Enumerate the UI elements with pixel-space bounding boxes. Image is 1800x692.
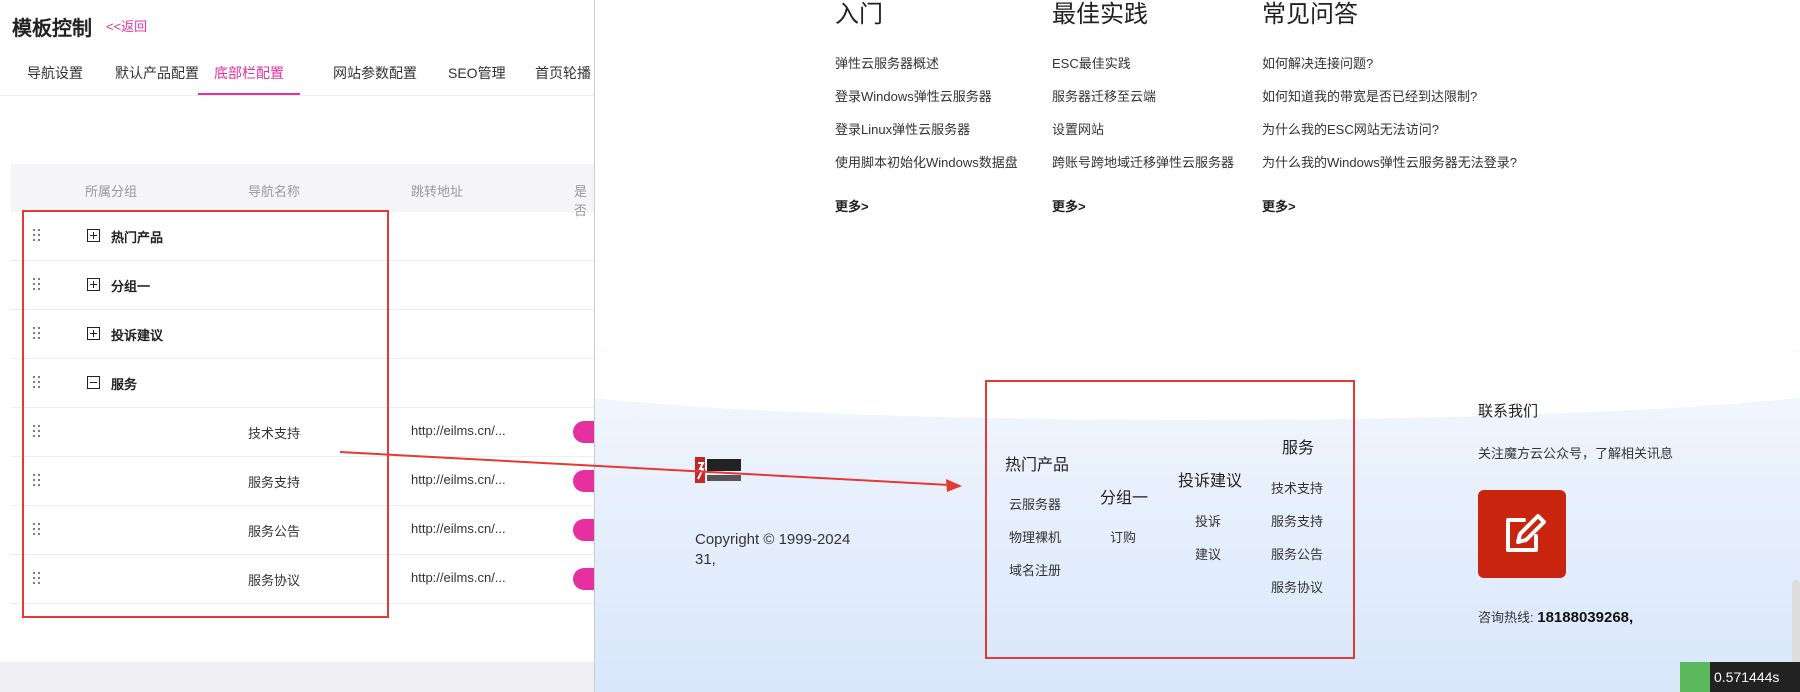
tab-footer-config[interactable]: 底部栏配置 [198,63,300,95]
column-title: 入门 [835,1,883,28]
doc-link[interactable]: 设置网站 [1052,119,1104,138]
leaf-icon [1680,662,1710,692]
back-link[interactable]: <<返回 [106,16,147,35]
doc-link[interactable]: 登录Linux弹性云服务器 [835,119,970,138]
tab-site-params[interactable]: 网站参数配置 [333,63,417,95]
nav-url: http://eilms.cn/... [411,472,506,487]
hotline-number: 18188039268, [1537,609,1634,626]
hotline-label: 咨询热线: [1478,610,1534,625]
nav-url: http://eilms.cn/... [411,423,506,438]
col-group: 所属分组 [85,184,138,199]
timing-value: 0.571444s [1714,669,1780,685]
annotation-box [22,210,389,618]
copyright-line: 31, [695,551,716,568]
more-link[interactable]: 更多> [1052,196,1086,215]
tab-default-products[interactable]: 默认产品配置 [115,63,199,95]
timing-badge: 0.571444s [1680,662,1800,692]
tab-nav-settings[interactable]: 导航设置 [27,63,83,95]
tab-bar: 导航设置 默认产品配置 底部栏配置 网站参数配置 SEO管理 首页轮播 [0,55,594,96]
tab-carousel[interactable]: 首页轮播 [535,63,591,95]
faq-link[interactable]: 为什么我的ESC网站无法访问? [1262,119,1439,138]
tab-seo[interactable]: SEO管理 [448,63,506,95]
doc-link[interactable]: 跨账号跨地域迁移弹性云服务器 [1052,152,1234,171]
enabled-toggle[interactable] [573,421,594,443]
contact-subtitle: 关注魔方云公众号，了解相关讯息 [1478,446,1674,461]
doc-link[interactable]: 使用脚本初始化Windows数据盘 [835,152,1018,171]
copyright: Copyright © 1999-2024 31, [695,530,850,570]
page-title: 模板控制 [12,18,92,40]
column-title: 最佳实践 [1052,1,1148,28]
enabled-toggle[interactable] [573,519,594,541]
doc-link[interactable]: 服务器迁移至云端 [1052,86,1156,105]
hotline: 咨询热线: 18188039268, [1478,607,1633,626]
annotation-box [985,380,1355,659]
nav-url: http://eilms.cn/... [411,570,506,585]
faq-link[interactable]: 如何知道我的带宽是否已经到达限制? [1262,86,1477,105]
site-logo [695,457,741,483]
admin-panel: 模板控制 <<返回 导航设置 默认产品配置 底部栏配置 网站参数配置 SEO管理… [0,0,594,692]
table-header: 所属分组 导航名称 跳转地址 是否 [11,164,594,218]
more-link[interactable]: 更多> [1262,196,1296,215]
faq-link[interactable]: 为什么我的Windows弹性云服务器无法登录? [1262,152,1517,171]
footer-preview: 入门 弹性云服务器概述 登录Windows弹性云服务器 登录Linux弹性云服务… [594,0,1800,692]
more-link[interactable]: 更多> [835,196,869,215]
doc-link[interactable]: 弹性云服务器概述 [835,53,939,72]
nav-url: http://eilms.cn/... [411,521,506,536]
col-url: 跳转地址 [411,184,464,199]
col-nav-name: 导航名称 [248,184,301,199]
edit-icon [1478,490,1566,578]
column-title: 常见问答 [1262,1,1358,28]
doc-link[interactable]: ESC最佳实践 [1052,53,1131,72]
enabled-toggle[interactable] [573,568,594,590]
doc-link[interactable]: 登录Windows弹性云服务器 [835,86,992,105]
contact-title: 联系我们 [1478,403,1539,420]
panel-footer [0,662,594,692]
enabled-toggle[interactable] [573,470,594,492]
copyright-line: Copyright © 1999-2024 [695,531,851,548]
faq-link[interactable]: 如何解决连接问题? [1262,53,1373,72]
